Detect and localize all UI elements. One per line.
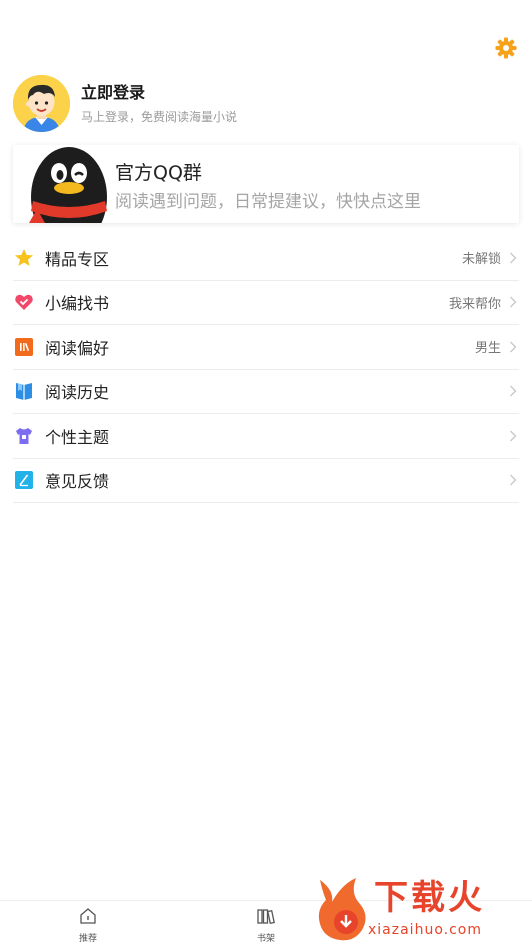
chevron-right-icon	[510, 430, 517, 442]
menu-item-personal-theme[interactable]: 个性主题	[13, 414, 519, 459]
chevron-right-icon	[510, 474, 517, 486]
home-icon	[80, 908, 96, 924]
tab-recommend[interactable]: 推荐	[48, 907, 128, 944]
chevron-right-icon	[510, 341, 517, 353]
login-profile[interactable]: 立即登录 马上登录，免费阅读海量小说	[13, 74, 237, 132]
chevron-right-icon	[510, 252, 517, 264]
menu-label: 意见反馈	[45, 472, 110, 492]
watermark-url: xiazaihuo.com	[368, 922, 482, 938]
menu-label: 精品专区	[45, 249, 110, 269]
bookshelf-icon	[257, 909, 275, 925]
qq-penguin-icon	[29, 147, 107, 223]
tab-label: 书架	[256, 934, 275, 944]
menu-item-premium-zone[interactable]: 精品专区 未解锁	[13, 236, 519, 281]
menu-label: 阅读偏好	[45, 338, 110, 358]
tab-bookshelf[interactable]: 书架	[226, 907, 306, 944]
boy-avatar-icon	[13, 74, 70, 132]
chevron-right-icon	[510, 296, 517, 308]
menu-label: 小编找书	[45, 294, 110, 314]
menu-item-editor-find-book[interactable]: 小编找书 我来帮你	[13, 281, 519, 325]
watermark-logo: 下载火 xiazaihuo.com	[312, 874, 528, 942]
chevron-right-icon	[510, 385, 517, 397]
watermark-text: 下载火	[374, 878, 485, 918]
star-icon	[13, 247, 35, 269]
feedback-icon	[13, 469, 35, 491]
menu-label: 个性主题	[45, 427, 110, 447]
settings-menu: 精品专区 未解锁 小编找书 我来帮你 阅读偏好 男生 阅读历史 个性主题 意见反…	[13, 236, 519, 503]
qq-group-banner[interactable]: 官方QQ群 阅读遇到问题，日常提建议，快快点这里	[13, 145, 519, 223]
gear-icon	[495, 37, 517, 59]
qq-banner-subtitle: 阅读遇到问题，日常提建议，快快点这里	[115, 192, 421, 212]
menu-item-reading-history[interactable]: 阅读历史	[13, 370, 519, 414]
menu-item-reading-preference[interactable]: 阅读偏好 男生	[13, 325, 519, 370]
shirt-icon	[13, 425, 35, 447]
bookmark-icon	[13, 380, 35, 402]
books-icon	[13, 336, 35, 358]
menu-value: 男生	[474, 341, 501, 357]
flame-icon	[318, 878, 366, 941]
tab-label: 推荐	[78, 934, 97, 944]
settings-button[interactable]	[495, 37, 517, 59]
menu-value: 未解锁	[461, 252, 501, 268]
login-title[interactable]: 立即登录	[81, 82, 237, 104]
heart-icon	[13, 291, 35, 313]
menu-item-feedback[interactable]: 意见反馈	[13, 459, 519, 503]
menu-label: 阅读历史	[45, 383, 110, 403]
qq-banner-title: 官方QQ群	[115, 162, 202, 184]
login-subtitle: 马上登录，免费阅读海量小说	[81, 109, 238, 124]
avatar	[13, 74, 70, 132]
menu-value: 我来帮你	[448, 296, 501, 312]
